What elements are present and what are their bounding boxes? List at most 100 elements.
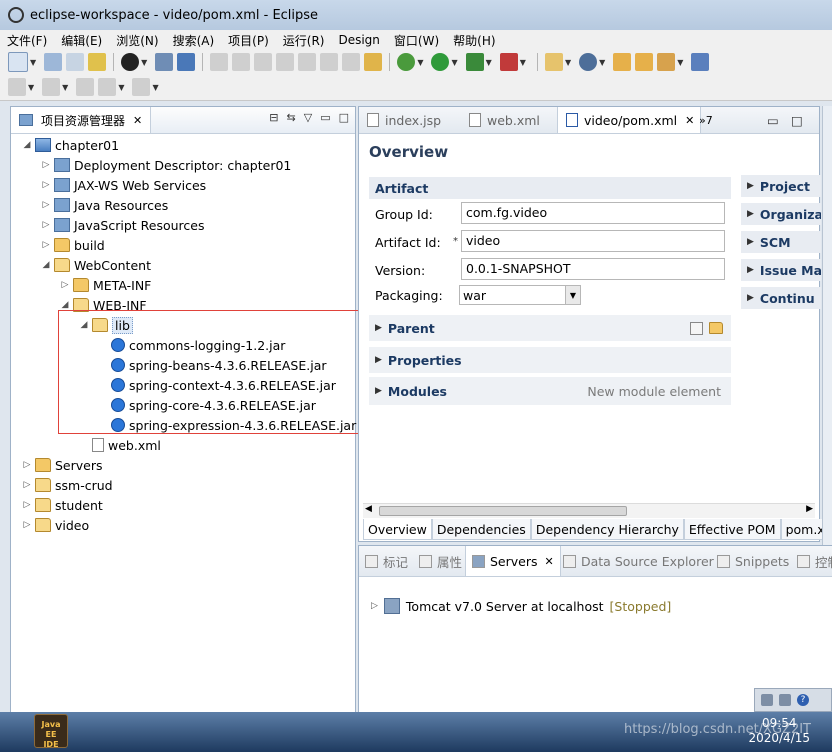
drop-to-frame-icon[interactable] (364, 53, 383, 71)
expand-arrow-icon[interactable]: ▷ (40, 160, 52, 170)
horizontal-scrollbar[interactable]: ◀ ▶ (363, 503, 815, 518)
tab-effective-pom[interactable]: Effective POM (683, 519, 781, 540)
tree-item[interactable]: ▷ META-INF (59, 275, 152, 295)
debug-icon[interactable] (397, 53, 416, 71)
menu-search[interactable]: 搜索(A) (166, 32, 222, 49)
view-menu-icon[interactable]: ▽ (304, 111, 312, 124)
tab-console[interactable]: 控制 (797, 546, 832, 576)
suspend-icon[interactable] (232, 53, 251, 71)
eclipse-taskbar-button[interactable]: Java EE IDE (34, 714, 68, 749)
organization-section[interactable]: ▶ Organiza (741, 203, 821, 225)
properties-section[interactable]: ▶ Properties (369, 347, 731, 373)
collapse-arrow-icon[interactable]: ◢ (21, 140, 33, 150)
keyboard-icon[interactable] (779, 694, 791, 706)
tree-item[interactable]: ▷ Deployment Descriptor: chapter01 (40, 155, 292, 175)
tree-item[interactable]: ◢ chapter01 (21, 135, 120, 155)
menu-project[interactable]: 项目(P) (221, 32, 276, 49)
expand-arrow-icon[interactable]: ▷ (59, 280, 71, 290)
close-icon[interactable]: ✕ (685, 114, 694, 127)
issue-management-section[interactable]: ▶ Issue Ma (741, 259, 821, 281)
artifact-id-input[interactable]: video (461, 230, 725, 252)
previous-annotation-icon[interactable] (42, 78, 61, 96)
tree-item[interactable]: ▷ JavaScript Resources (40, 215, 205, 235)
select-parent-icon[interactable] (690, 321, 703, 335)
scm-section[interactable]: ▶ SCM (741, 231, 821, 253)
menu-help[interactable]: 帮助(H) (446, 32, 502, 49)
step-over-icon[interactable] (320, 53, 339, 71)
tree-item[interactable]: ▷ video (21, 515, 90, 535)
disconnect-icon[interactable] (276, 53, 295, 71)
new-icon[interactable] (8, 52, 28, 72)
menu-navigate[interactable]: 浏览(N) (109, 32, 165, 49)
tab-properties[interactable]: 属性 (419, 546, 462, 576)
tab-dependency-hierarchy[interactable]: Dependency Hierarchy (530, 519, 684, 540)
tab-data-source-explorer[interactable]: Data Source Explorer (563, 546, 714, 576)
expand-arrow-icon[interactable]: ▷ (40, 220, 52, 230)
group-id-input[interactable]: com.fg.video (461, 202, 725, 224)
search-icon[interactable] (691, 53, 710, 71)
open-type-icon[interactable] (88, 53, 107, 71)
save-all-icon[interactable] (66, 53, 85, 71)
run-icon[interactable] (431, 53, 450, 71)
tab-markers[interactable]: 标记 (365, 546, 408, 576)
expand-arrow-icon[interactable]: ▷ (21, 500, 33, 510)
collapse-arrow-icon[interactable]: ◢ (59, 300, 71, 310)
open-project-icon[interactable] (635, 53, 654, 71)
tab-web-xml[interactable]: web.xml (467, 107, 540, 133)
continuous-integration-section[interactable]: ▶ Continu (741, 287, 821, 309)
scroll-right-icon[interactable]: ▶ (806, 504, 813, 514)
collapse-arrow-icon[interactable]: ◢ (40, 260, 52, 270)
expand-arrow-icon[interactable]: ▷ (21, 480, 33, 490)
last-edit-icon[interactable] (76, 78, 95, 96)
step-return-icon[interactable] (342, 53, 361, 71)
menu-edit[interactable]: 编辑(E) (54, 32, 109, 49)
chevron-down-icon[interactable]: ▼ (565, 286, 580, 304)
tab-dependencies[interactable]: Dependencies (431, 519, 531, 540)
new-wizard-icon[interactable] (544, 53, 563, 71)
server-entry[interactable]: ▷ Tomcat v7.0 Server at localhost [Stopp… (371, 598, 671, 614)
run-external-icon[interactable] (465, 53, 484, 71)
open-folder-icon[interactable] (709, 321, 723, 334)
menu-run[interactable]: 运行(R) (276, 32, 332, 49)
tree-item[interactable]: ◢ WebContent (40, 255, 151, 275)
tree-item[interactable]: web.xml (78, 435, 161, 455)
expand-icon[interactable]: ▷ (371, 601, 378, 611)
save-icon[interactable] (44, 53, 63, 71)
maximize-icon[interactable]: □ (339, 111, 349, 124)
skip-breakpoints-icon[interactable] (177, 53, 196, 71)
tab-project-explorer[interactable]: 项目资源管理器 ✕ (11, 107, 152, 133)
step-into-icon[interactable] (298, 53, 317, 71)
back-icon[interactable] (98, 78, 117, 96)
forward-icon[interactable] (132, 78, 151, 96)
tab-overview[interactable]: Overview (363, 519, 432, 540)
tree-item[interactable]: ▷ JAX-WS Web Services (40, 175, 207, 195)
packaging-select[interactable]: war ▼ (459, 285, 581, 305)
menu-file[interactable]: 文件(F) (0, 32, 54, 49)
tab-pom-xml[interactable]: video/pom.xml ✕ (557, 107, 702, 133)
profile-icon[interactable] (121, 53, 140, 71)
pencil-icon[interactable] (657, 53, 676, 71)
expand-arrow-icon[interactable]: ▷ (40, 240, 52, 250)
more-tabs-button[interactable]: »7 (699, 107, 713, 133)
external-tools-icon[interactable] (499, 53, 518, 71)
tab-snippets[interactable]: Snippets (717, 546, 789, 576)
close-icon[interactable]: ✕ (133, 114, 142, 127)
tab-servers[interactable]: Servers ✕ (465, 546, 561, 576)
resume-icon[interactable] (210, 53, 229, 71)
parent-section[interactable]: ▶ Parent (369, 315, 731, 341)
tree-item[interactable]: ▷ Servers (21, 455, 103, 475)
version-input[interactable]: 0.0.1-SNAPSHOT (461, 258, 725, 280)
next-annotation-icon[interactable] (8, 78, 26, 96)
expand-arrow-icon[interactable]: ▷ (21, 460, 33, 470)
project-section[interactable]: ▶ Project (741, 175, 821, 197)
restore-icon[interactable] (761, 694, 773, 706)
new-module-hint[interactable]: New module element (587, 384, 721, 399)
tree-item[interactable]: ▷ Java Resources (40, 195, 169, 215)
menu-design[interactable]: Design (331, 33, 386, 47)
tree-item[interactable]: ▷ student (21, 495, 103, 515)
tab-index-jsp[interactable]: index.jsp (365, 107, 441, 133)
minimize-icon[interactable]: ▭ (320, 111, 330, 124)
collapse-all-icon[interactable]: ⊟ (269, 111, 278, 124)
help-icon[interactable]: ? (797, 694, 809, 706)
minimize-icon[interactable]: ▭ (767, 107, 779, 133)
